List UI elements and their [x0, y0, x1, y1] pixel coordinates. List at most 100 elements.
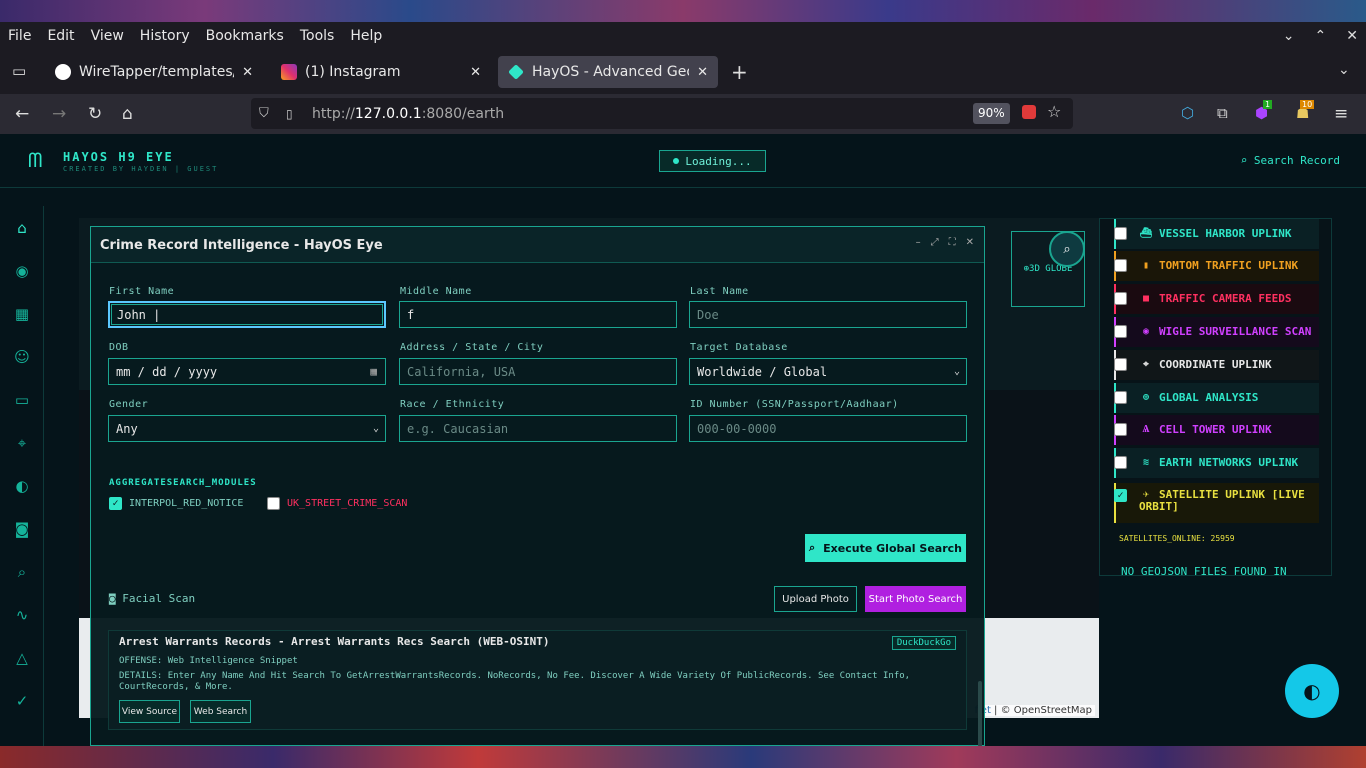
minimize-icon[interactable]: – — [916, 237, 921, 248]
checkbox[interactable] — [1114, 456, 1127, 469]
menu-bookmarks[interactable]: Bookmarks — [198, 28, 292, 44]
module-interpol[interactable]: ✓ INTERPOL_RED_NOTICE — [109, 497, 243, 510]
satellites-online: SATELLITES_ONLINE: 25959 — [1119, 534, 1235, 543]
layer-coordinate[interactable]: ⌖ COORDINATE UPLINK — [1114, 358, 1319, 371]
extensions-icon[interactable]: ⧉ — [1217, 104, 1228, 122]
close-tab-icon[interactable]: ✕ — [697, 65, 708, 80]
container-icon[interactable]: ⬡ — [1181, 104, 1194, 122]
menu-file[interactable]: File — [0, 28, 39, 44]
dob-input[interactable]: mm / dd / yyyy ▦ — [108, 358, 386, 385]
tab-hayos[interactable]: HayOS - Advanced Geo Tra ✕ — [498, 56, 718, 88]
result-title: Arrest Warrants Records - Arrest Warrant… — [119, 635, 550, 648]
checkbox[interactable] — [1114, 259, 1127, 272]
layer-vessel-harbor[interactable]: ⛴ VESSEL HARBOR UPLINK — [1114, 227, 1319, 240]
user-icon[interactable]: ☺ — [12, 347, 32, 367]
middle-name-input[interactable]: f — [399, 301, 677, 328]
checkbox[interactable] — [1114, 292, 1127, 305]
home-icon[interactable]: ⌂ — [12, 218, 32, 238]
check-circle-icon[interactable]: ✓ — [12, 691, 32, 711]
id-number-input[interactable]: 000-00-0000 — [689, 415, 967, 442]
close-icon[interactable]: ✕ — [966, 237, 974, 248]
eye-icon: ◉ — [1142, 326, 1150, 337]
forward-icon[interactable]: → — [52, 104, 66, 124]
tab-overview-icon[interactable]: ▭ — [12, 62, 26, 80]
layer-earth-networks[interactable]: ≋ EARTH NETWORKS UPLINK — [1114, 456, 1319, 469]
reload-icon[interactable]: ↻ — [88, 104, 102, 124]
close-window-icon[interactable]: ✕ — [1346, 28, 1358, 44]
close-tab-icon[interactable]: ✕ — [470, 65, 481, 80]
hamburger-menu-icon[interactable]: ≡ — [1334, 104, 1348, 124]
target-db-select[interactable]: Worldwide / Global ⌄ — [689, 358, 967, 385]
checkbox[interactable] — [1114, 358, 1127, 371]
location-icon[interactable]: ⌖ — [12, 433, 32, 453]
ai-assistant-button[interactable]: ◐ — [1285, 664, 1339, 718]
close-tab-icon[interactable]: ✕ — [242, 65, 253, 80]
checkbox[interactable] — [1114, 391, 1127, 404]
checkbox[interactable] — [1114, 227, 1127, 240]
dialog-header[interactable]: Crime Record Intelligence - HayOS Eye – … — [91, 227, 984, 263]
url-bar[interactable]: ⛉ ▯ http://127.0.0.1:8080/earth 90% ☆ — [251, 98, 1073, 129]
search-icon[interactable]: ⌕ — [12, 562, 32, 582]
start-photo-search-button[interactable]: Start Photo Search — [865, 586, 966, 612]
activity-icon[interactable]: ∿ — [12, 605, 32, 625]
menu-view[interactable]: View — [83, 28, 132, 44]
warning-icon[interactable]: △ — [12, 648, 32, 668]
maximize-icon[interactable]: ⤢ — [931, 237, 939, 248]
tab-wiretapper[interactable]: WireTapper/templates/wifi ✕ — [45, 56, 263, 88]
layer-satellite[interactable]: ✓ ✈ SATELLITE UPLINK [LIVE ORBIT] — [1114, 489, 1319, 513]
menu-history[interactable]: History — [132, 28, 198, 44]
back-icon[interactable]: ← — [15, 104, 29, 124]
grid-icon[interactable]: ▦ — [12, 304, 32, 324]
tab-bar: ▭ WireTapper/templates/wifi ✕ (1) Instag… — [0, 50, 1366, 94]
module-uk-street-crime[interactable]: UK_STREET_CRIME_SCAN — [267, 497, 407, 510]
layer-cell-tower[interactable]: Ѧ CELL TOWER UPLINK — [1114, 423, 1319, 436]
calendar-icon[interactable]: ▦ — [370, 365, 377, 378]
search-icon: ⌕ — [1063, 241, 1071, 257]
checkbox[interactable]: ✓ — [1114, 489, 1127, 502]
satellite-icon: ✈ — [1142, 489, 1150, 500]
camera-icon[interactable]: ◙ — [12, 519, 32, 539]
race-input[interactable]: e.g. Caucasian — [399, 415, 677, 442]
layer-global-analysis[interactable]: ⊕ GLOBAL ANALYSIS — [1114, 391, 1319, 404]
gender-select[interactable]: Any ⌄ — [108, 415, 386, 442]
dialog-scrollbar[interactable] — [978, 681, 982, 747]
checkbox[interactable] — [267, 497, 280, 510]
chat-icon[interactable]: ▭ — [12, 390, 32, 410]
tab-instagram[interactable]: (1) Instagram ✕ — [271, 56, 491, 88]
checkbox[interactable] — [1114, 325, 1127, 338]
brain-icon[interactable]: ◐ — [12, 476, 32, 496]
new-tab-icon[interactable]: + — [731, 60, 748, 84]
bookmark-star-icon[interactable]: ☆ — [1047, 102, 1061, 121]
layer-wigle[interactable]: ◉ WIGLE SURVEILLANCE SCAN — [1114, 325, 1319, 338]
layer-traffic-camera[interactable]: ■ TRAFFIC CAMERA FEEDS — [1114, 292, 1319, 305]
chevron-down-icon[interactable]: ⌄ — [1283, 28, 1295, 44]
zoom-level[interactable]: 90% — [973, 103, 1010, 124]
shield-icon[interactable]: ⛉ — [259, 106, 269, 121]
last-name-label: Last Name — [690, 286, 749, 297]
execute-search-button[interactable]: ⌕ Execute Global Search — [805, 534, 966, 562]
list-tabs-icon[interactable]: ⌄ — [1338, 62, 1350, 78]
url-text[interactable]: http://127.0.0.1:8080/earth — [312, 106, 504, 122]
upload-photo-button[interactable]: Upload Photo — [774, 586, 857, 612]
view-source-button[interactable]: View Source — [119, 700, 180, 723]
address-input[interactable]: California, USA — [399, 358, 677, 385]
logo-icon: ᗰ — [28, 148, 43, 172]
menu-tools[interactable]: Tools — [292, 28, 343, 44]
menu-help[interactable]: Help — [342, 28, 390, 44]
extension-icon[interactable] — [1022, 105, 1036, 119]
checkbox[interactable] — [1114, 423, 1127, 436]
checkbox[interactable]: ✓ — [109, 497, 122, 510]
ship-icon: ⛴ — [1139, 228, 1153, 239]
home-icon[interactable]: ⌂ — [122, 104, 133, 124]
layers-panel: ⛴ VESSEL HARBOR UPLINK ▮ TOMTOM TRAFFIC UP… — [1099, 218, 1332, 578]
eye-icon[interactable]: ◉ — [12, 261, 32, 281]
restore-icon[interactable]: ⛶ — [949, 237, 956, 248]
menu-edit[interactable]: Edit — [39, 28, 82, 44]
maximize-icon[interactable]: ⌃ — [1315, 28, 1327, 44]
layer-tomtom[interactable]: ▮ TOMTOM TRAFFIC UPLINK — [1114, 259, 1319, 272]
last-name-input[interactable]: Doe — [689, 301, 967, 328]
map-search-button[interactable]: ⌕ — [1049, 231, 1085, 267]
web-search-button[interactable]: Web Search — [190, 700, 251, 723]
first-name-input[interactable]: John | — [108, 301, 386, 328]
search-record-button[interactable]: ⌕ Search Record — [1241, 154, 1340, 167]
